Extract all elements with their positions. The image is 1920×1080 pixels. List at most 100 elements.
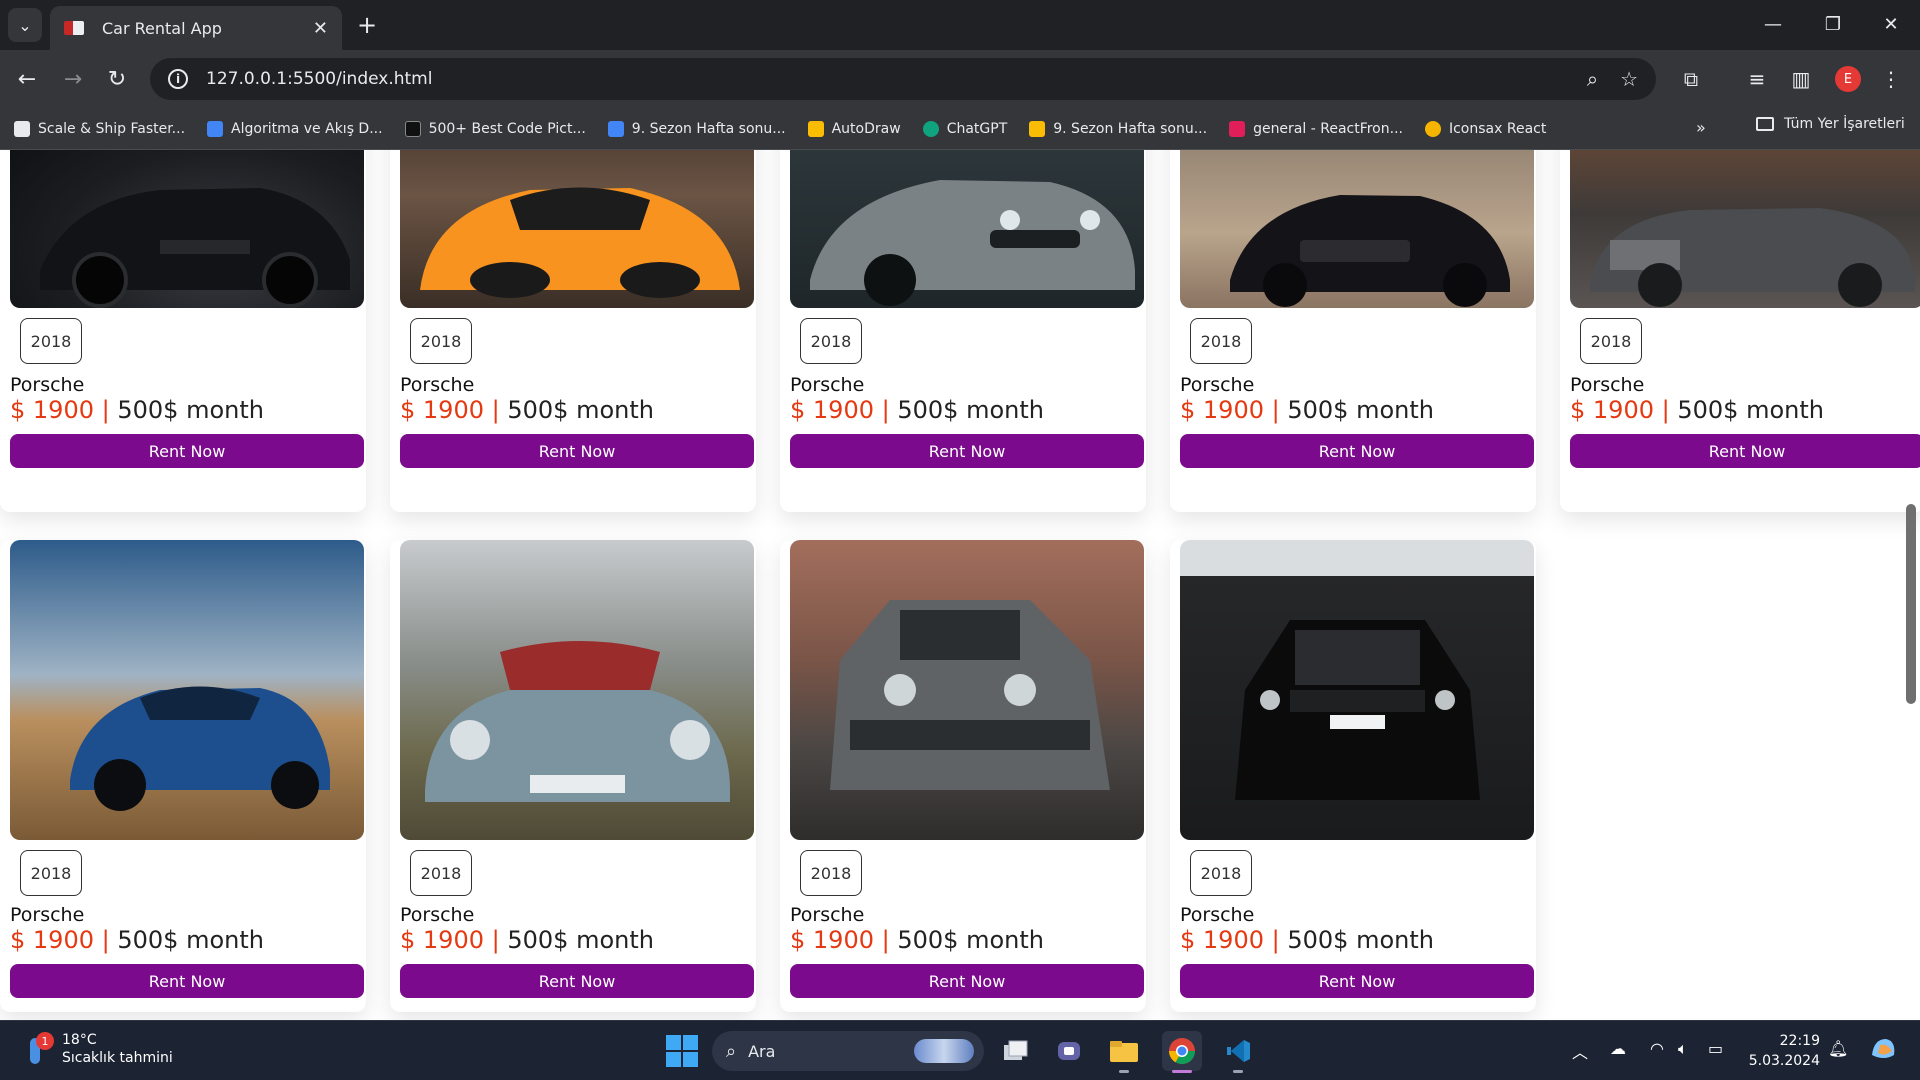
car-name: Porsche xyxy=(790,374,865,396)
car-name: Porsche xyxy=(790,904,865,926)
vscode-icon[interactable] xyxy=(1218,1031,1258,1073)
price-separator: | xyxy=(881,396,890,424)
monthly-price: 500$ month xyxy=(507,396,654,424)
bookmark-favicon-icon xyxy=(404,120,421,137)
bookmark-favicon-icon xyxy=(607,120,624,137)
car-price: $ 1900 | 500$ month xyxy=(790,396,1044,424)
year-badge: 2018 xyxy=(800,850,862,896)
restore-button[interactable]: ❐ xyxy=(1810,8,1856,40)
weather-widget[interactable]: 1 18°C Sıcaklık tahmini xyxy=(24,1031,173,1067)
clock-time: 22:19 xyxy=(1779,1033,1820,1049)
price-amount: $ 1900 xyxy=(10,396,94,424)
rent-now-button[interactable]: Rent Now xyxy=(400,964,754,998)
start-button[interactable] xyxy=(666,1035,698,1067)
site-info-icon[interactable]: i xyxy=(168,69,188,89)
wifi-icon[interactable]: ◠ xyxy=(1650,1039,1664,1058)
all-bookmarks-button[interactable]: Tüm Yer İşaretleri xyxy=(1756,116,1905,132)
minimize-button[interactable]: — xyxy=(1750,8,1796,40)
side-panel-icon[interactable]: ▥ xyxy=(1784,62,1818,96)
onedrive-icon[interactable]: ☁ xyxy=(1610,1039,1626,1058)
teams-chat-icon[interactable] xyxy=(1050,1031,1090,1071)
task-view-icon[interactable] xyxy=(996,1031,1036,1071)
price-amount: $ 1900 xyxy=(790,926,874,954)
rent-now-button[interactable]: Rent Now xyxy=(10,964,364,998)
copilot-icon[interactable] xyxy=(1868,1035,1898,1065)
bookmark-item[interactable]: 9. Sezon Hafta sonu... xyxy=(1029,120,1207,137)
car-name: Porsche xyxy=(1570,374,1645,396)
car-price: $ 1900 | 500$ month xyxy=(400,396,654,424)
chevron-down-icon: ⌄ xyxy=(18,15,32,35)
car-card: 2018 Porsche $ 1900 | 500$ month Rent No… xyxy=(0,150,366,512)
car-name: Porsche xyxy=(400,374,475,396)
rent-now-button[interactable]: Rent Now xyxy=(790,434,1144,468)
price-separator: | xyxy=(101,926,110,954)
tab-active[interactable]: Car Rental App ✕ xyxy=(50,6,342,50)
reload-button[interactable]: ↻ xyxy=(100,62,134,96)
bookmark-item[interactable]: general - ReactFron... xyxy=(1229,120,1403,137)
zoom-icon[interactable]: ⌕ xyxy=(1587,67,1598,91)
year-badge: 2018 xyxy=(1580,318,1642,364)
bookmark-item[interactable]: Scale & Ship Faster... xyxy=(14,120,185,137)
tab-close-icon[interactable]: ✕ xyxy=(313,18,328,39)
price-separator: | xyxy=(881,926,890,954)
address-bar[interactable]: i 127.0.0.1:5500/index.html ⌕ ☆ xyxy=(150,58,1656,100)
media-control-icon[interactable]: ≡ xyxy=(1740,62,1774,96)
rent-now-button[interactable]: Rent Now xyxy=(10,434,364,468)
bookmark-favicon-icon xyxy=(1029,120,1046,137)
car-price: $ 1900 | 500$ month xyxy=(400,926,654,954)
car-price: $ 1900 | 500$ month xyxy=(1180,926,1434,954)
car-name: Porsche xyxy=(1180,904,1255,926)
page-scrollbar[interactable] xyxy=(1906,504,1916,704)
bookmark-item[interactable]: ChatGPT xyxy=(922,120,1007,137)
notification-bell-icon[interactable]: 🔔︎ xyxy=(1828,1039,1848,1058)
car-card: 2018 Porsche $ 1900 | 500$ month Rent No… xyxy=(1560,150,1920,512)
year-badge: 2018 xyxy=(410,318,472,364)
new-tab-button[interactable]: + xyxy=(352,10,382,40)
forward-button[interactable]: → xyxy=(56,62,90,96)
bookmark-favicon-icon xyxy=(1229,120,1246,137)
url-text[interactable]: 127.0.0.1:5500/index.html xyxy=(206,69,1565,89)
volume-icon[interactable]: 🔈︎ xyxy=(1678,1039,1688,1059)
year-badge: 2018 xyxy=(20,318,82,364)
price-amount: $ 1900 xyxy=(10,926,94,954)
page-viewport: 2018 Porsche $ 1900 | 500$ month Rent No… xyxy=(0,150,1920,1020)
browser-tab-strip: ⌄ Car Rental App ✕ + — ❐ ✕ xyxy=(0,0,1920,50)
rent-now-button[interactable]: Rent Now xyxy=(400,434,754,468)
chrome-icon[interactable] xyxy=(1162,1031,1202,1073)
price-amount: $ 1900 xyxy=(1180,396,1264,424)
tab-search-button[interactable]: ⌄ xyxy=(8,8,42,42)
bookmark-item[interactable]: 500+ Best Code Pict... xyxy=(404,120,586,137)
car-card: 2018 Porsche $ 1900 | 500$ month Rent No… xyxy=(390,540,756,1012)
bookmark-star-icon[interactable]: ☆ xyxy=(1620,67,1638,91)
car-name: Porsche xyxy=(400,904,475,926)
rent-now-button[interactable]: Rent Now xyxy=(1180,964,1534,998)
car-photo-classic-mercedes xyxy=(400,540,754,840)
car-price: $ 1900 | 500$ month xyxy=(1570,396,1824,424)
taskbar-search[interactable]: ⌕ Ara xyxy=(712,1031,984,1071)
tray-overflow-icon[interactable]: ︿ xyxy=(1572,1039,1588,1063)
battery-icon[interactable]: ▭ xyxy=(1708,1039,1723,1058)
car-card: 2018 Porsche $ 1900 | 500$ month Rent No… xyxy=(1170,540,1536,1012)
clock-date: 5.03.2024 xyxy=(1748,1053,1820,1069)
bookmark-item[interactable]: AutoDraw xyxy=(807,120,901,137)
bookmark-item[interactable]: Algoritma ve Akış D... xyxy=(207,120,383,137)
bookmarks-overflow-icon[interactable]: » xyxy=(1696,118,1706,137)
profile-avatar[interactable]: E xyxy=(1835,66,1861,92)
window-close-button[interactable]: ✕ xyxy=(1868,8,1914,40)
monthly-price: 500$ month xyxy=(1677,396,1824,424)
price-amount: $ 1900 xyxy=(400,396,484,424)
car-photo-rolls-royce-convertible xyxy=(1570,150,1920,308)
bookmark-item[interactable]: Iconsax React xyxy=(1424,120,1546,137)
rent-now-button[interactable]: Rent Now xyxy=(790,964,1144,998)
rent-now-button[interactable]: Rent Now xyxy=(1570,434,1920,468)
price-separator: | xyxy=(1661,396,1670,424)
extensions-icon[interactable]: ⧉ xyxy=(1674,62,1708,96)
bookmark-item[interactable]: 9. Sezon Hafta sonu... xyxy=(607,120,786,137)
file-explorer-icon[interactable] xyxy=(1104,1031,1144,1073)
rent-now-button[interactable]: Rent Now xyxy=(1180,434,1534,468)
clock[interactable]: 22:19 5.03.2024 xyxy=(1740,1031,1820,1071)
monthly-price: 500$ month xyxy=(1287,396,1434,424)
back-button[interactable]: ← xyxy=(10,62,44,96)
folder-icon xyxy=(1756,117,1774,131)
menu-icon[interactable]: ⋮ xyxy=(1874,62,1908,96)
